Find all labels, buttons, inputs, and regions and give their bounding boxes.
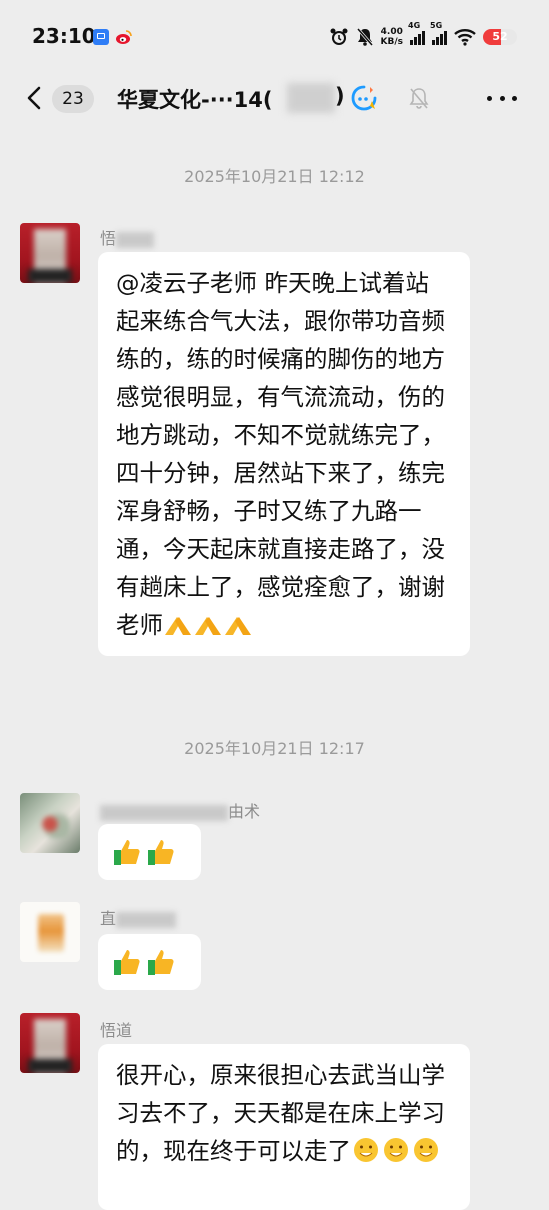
thumbs-up-emoji-icon: [114, 840, 140, 865]
unread-count-badge[interactable]: 23: [52, 85, 94, 113]
sender-name: 直: [100, 905, 177, 929]
pray-emoji-icon: [165, 617, 191, 635]
chat-header: 23 华夏文化-···14( ): [0, 72, 549, 124]
message-bubble[interactable]: [98, 824, 201, 880]
sender-name: 悟: [100, 225, 155, 249]
wifi-icon: [454, 29, 476, 46]
status-bar: 23:10 4.00 KB/s 4G 5G 52: [0, 0, 549, 70]
weibo-icon: [116, 30, 132, 44]
sender-name-text: 直: [100, 909, 117, 928]
group-chat-icon[interactable]: [350, 84, 380, 114]
signal-5g-icon: 5G: [430, 21, 447, 45]
battery-level: 52: [492, 30, 508, 43]
alarm-icon: [330, 28, 348, 45]
thumbs-up-emoji-icon: [114, 950, 140, 975]
sender-name-text: 悟: [100, 229, 117, 248]
signal-5g-label: 5G: [430, 21, 443, 30]
pray-emoji-group: [163, 611, 253, 639]
thumbs-up-emoji-group: [112, 944, 187, 980]
thumbs-up-emoji-icon: [148, 840, 174, 865]
avatar[interactable]: [20, 1013, 80, 1073]
notification-app-icon: [93, 29, 109, 45]
sender-name: 悟道: [100, 1017, 132, 1041]
sender-name-text: 由术: [228, 802, 261, 821]
name-redaction: [100, 804, 228, 821]
pray-emoji-icon: [195, 617, 221, 635]
battery-icon: 52: [483, 29, 517, 45]
avatar[interactable]: [20, 223, 80, 283]
more-menu-icon[interactable]: [487, 96, 517, 102]
thumbs-up-emoji-group: [112, 834, 187, 870]
smile-emoji-icon: [414, 1138, 438, 1162]
avatar[interactable]: [20, 902, 80, 962]
do-not-disturb-icon: [356, 28, 373, 46]
smile-emoji-icon: [384, 1138, 408, 1162]
network-speed: 4.00 KB/s: [381, 27, 403, 47]
message-bubble[interactable]: @凌云子老师 昨天晚上试着站起来练合气大法，跟你带功音频练的，练的时候痛的脚伤的…: [98, 252, 470, 656]
message-text: @凌云子老师 昨天晚上试着站起来练合气大法，跟你带功音频练的，练的时候痛的脚伤的…: [116, 269, 445, 639]
chat-title[interactable]: 华夏文化-···14(: [117, 84, 272, 114]
name-redaction: [116, 911, 177, 928]
status-icons: 4.00 KB/s 4G 5G 52: [329, 21, 517, 49]
signal-4g-icon: 4G: [408, 21, 425, 45]
pray-emoji-icon: [225, 617, 251, 635]
message-bubble[interactable]: [98, 934, 201, 990]
smile-emoji-icon: [354, 1138, 378, 1162]
thumbs-up-emoji-icon: [148, 950, 174, 975]
net-speed-unit: KB/s: [380, 37, 403, 47]
message-timestamp: 2025年10月21日 12:12: [184, 167, 365, 186]
net-speed-value: 4.00: [380, 27, 403, 37]
avatar[interactable]: [20, 793, 80, 853]
mute-notification-icon[interactable]: [406, 85, 432, 111]
signal-4g-label: 4G: [408, 21, 421, 30]
sender-name: 由术: [100, 798, 260, 822]
message-timestamp: 2025年10月21日 12:17: [184, 739, 365, 758]
chat-title-end: ): [335, 84, 345, 108]
smile-emoji-group: [351, 1137, 441, 1165]
title-redaction: [287, 83, 335, 113]
sender-name-text: 悟道: [100, 1021, 133, 1040]
status-time: 23:10: [32, 24, 96, 48]
back-arrow-icon[interactable]: [24, 86, 46, 110]
name-redaction: [116, 231, 155, 248]
message-bubble[interactable]: 很开心，原来很担心去武当山学习去不了，天天都是在床上学习的，现在终于可以走了: [98, 1044, 470, 1210]
